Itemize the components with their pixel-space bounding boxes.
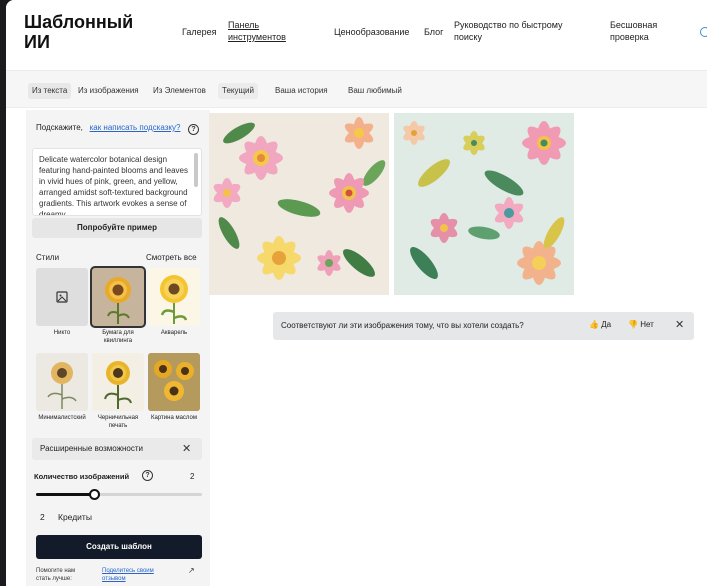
nav-pricing[interactable]: Ценообразование [334,26,409,38]
advanced-options-label: Расширенные возможности [40,444,143,453]
try-example-button[interactable]: Попробуйте пример [32,218,202,238]
image-count-value: 2 [190,472,195,481]
style-caption: Никто [53,330,71,336]
feedback-question: Соответствуют ли эти изображения тому, ч… [281,321,524,330]
style-thumb [36,268,88,326]
feedback-bar: Соответствуют ли эти изображения тому, ч… [273,312,694,340]
tab-from-image[interactable]: Из изображения [74,83,143,99]
style-thumb [148,353,200,411]
advanced-options-toggle[interactable]: Расширенные возможности ✕ [32,438,202,460]
style-caption: Бумага для квиллинга [102,330,134,344]
image-icon [56,291,68,303]
floral-artwork-1 [209,113,389,295]
image-count-label: Количество изображений [34,472,130,481]
close-icon[interactable]: ✕ [675,318,684,331]
external-link-icon[interactable]: ↗ [188,566,195,575]
collapse-icon[interactable]: ✕ [182,442,191,455]
share-feedback-link[interactable]: Поделитесь своим отзывом [102,567,172,583]
prompt-hint-label: Подскажите, [36,123,83,132]
sunflower-icon [148,268,200,326]
style-thumb [92,353,144,411]
style-card-none[interactable]: Никто [36,268,88,337]
sunflower-icon [92,353,144,411]
help-icon[interactable]: ? [142,470,153,481]
style-thumb [90,266,146,328]
style-thumb [36,353,88,411]
create-template-button[interactable]: Создать шаблон [36,535,202,559]
thumbs-down-button[interactable]: 👎 Нет [628,320,654,329]
credits-count: 2 [40,512,45,522]
slider-handle[interactable] [89,489,101,500]
feedback-prompt-text: Помогите нам стать лучше: [36,568,76,582]
generated-image-1[interactable] [209,113,389,295]
tab-from-elements[interactable]: Из Элементов [149,83,210,99]
brand-logo[interactable]: Шаблонный ИИ [24,12,144,52]
style-caption: Минималистский [38,415,86,421]
style-caption: Черничильная печать [97,415,139,429]
style-card-quilling[interactable]: Бумага для квиллинга [90,266,146,345]
style-card-oil-painting[interactable]: Картина маслом [148,353,200,422]
thumbs-down-label: Нет [640,320,654,329]
prompt-hint-link[interactable]: как написать подсказку? [90,123,181,132]
app-window: Шаблонный ИИ Галерея Панель инструментов… [6,0,707,586]
prompt-text[interactable]: Delicate watercolor botanical design fea… [39,154,189,215]
prompt-textarea[interactable]: Delicate watercolor botanical design fea… [32,148,202,216]
floral-artwork-2 [394,113,574,295]
settings-panel: Подскажите, как написать подсказку? ? De… [26,110,210,586]
tab-favorites[interactable]: Ваш любимый [344,83,406,99]
globe-icon[interactable] [700,27,707,37]
style-thumb [148,268,200,326]
style-caption: Акварель [160,330,188,336]
generated-image-2[interactable] [394,113,574,295]
thumbs-down-icon: 👎 [628,320,638,329]
nav-quick-guide[interactable]: Руководство по быстрому поиску [454,19,582,43]
slider-fill [36,493,95,496]
style-caption: Картина маслом [151,415,197,421]
see-all-styles-link[interactable]: Смотреть все [146,253,197,262]
tab-your-history[interactable]: Ваша история [271,83,332,99]
style-card-watercolor[interactable]: Акварель [148,268,200,337]
styles-label: Стили [36,253,60,262]
nav-gallery[interactable]: Галерея [182,26,217,38]
mode-tabs-bar: Из текста Из изображения Из Элементов Те… [6,70,707,108]
help-icon[interactable]: ? [188,124,199,135]
thumbs-up-button[interactable]: 👍 Да [589,320,611,329]
thumbs-up-icon: 👍 [589,320,599,329]
prompt-scrollbar[interactable] [194,153,198,187]
header: Шаблонный ИИ Галерея Панель инструментов… [6,0,707,62]
thumbs-up-label: Да [601,320,612,329]
image-count-slider[interactable] [36,489,202,500]
tab-current[interactable]: Текущий [218,83,258,99]
prompt-hint: Подскажите, как написать подсказку? [36,122,186,133]
sunflower-icon [148,353,200,411]
nav-seamless-check[interactable]: Бесшовная проверка [610,19,680,43]
nav-blog[interactable]: Блог [424,26,443,38]
sunflower-icon [36,353,88,411]
sunflower-icon [92,268,144,326]
style-card-ink-print[interactable]: Черничильная печать [92,353,144,430]
nav-dashboard[interactable]: Панель инструментов [228,19,300,43]
credits-label: Кредиты [58,512,92,522]
tab-from-text[interactable]: Из текста [28,83,72,99]
style-card-minimalist[interactable]: Минималистский [36,353,88,422]
